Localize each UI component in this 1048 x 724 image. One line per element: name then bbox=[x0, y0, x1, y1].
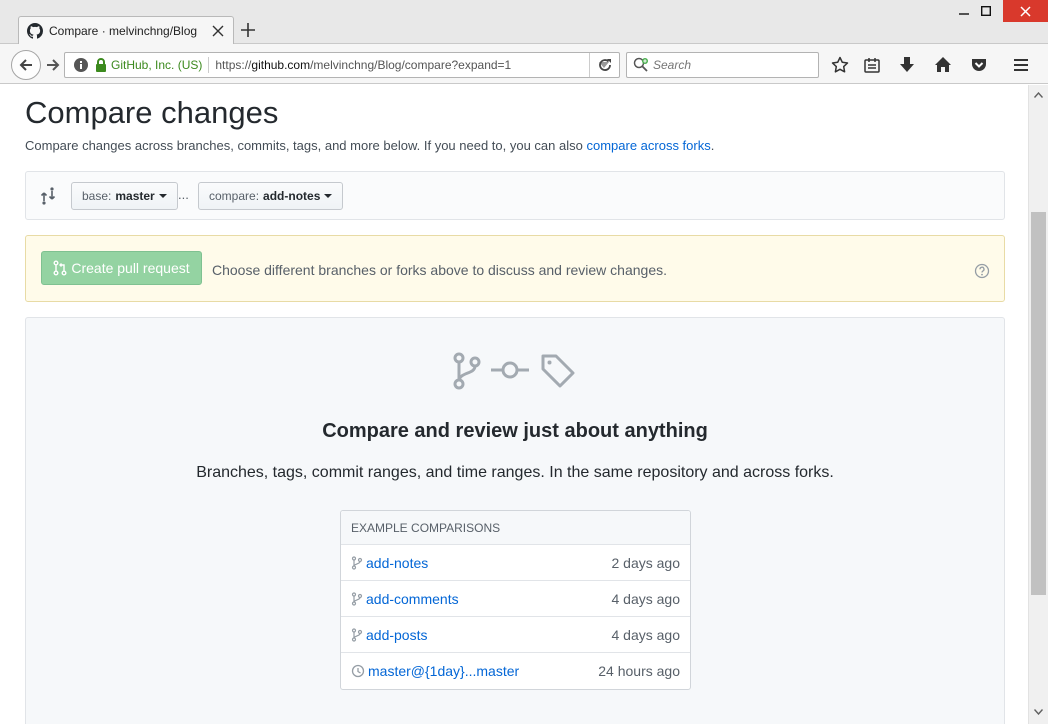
create-pull-request-label: Create pull request bbox=[71, 260, 190, 276]
list-item[interactable]: add-comments 4 days ago bbox=[341, 581, 690, 617]
home-icon[interactable] bbox=[933, 55, 953, 75]
git-branch-icon bbox=[453, 352, 481, 390]
new-tab-icon[interactable] bbox=[240, 22, 256, 38]
url-text[interactable]: https://github.com/melvinchng/Blog/compa… bbox=[215, 58, 597, 72]
lock-icon bbox=[96, 58, 106, 72]
browser-tab[interactable]: Compare · melvinchng/Blog bbox=[18, 16, 234, 45]
git-commit-icon bbox=[491, 361, 529, 379]
reading-list-icon[interactable] bbox=[862, 55, 882, 75]
page-subtitle-end: . bbox=[710, 138, 715, 153]
search-bar[interactable] bbox=[626, 52, 819, 78]
close-tab-icon[interactable] bbox=[211, 24, 225, 38]
back-button[interactable] bbox=[11, 50, 41, 80]
maximize-icon[interactable] bbox=[968, 0, 1004, 22]
info-icon[interactable] bbox=[73, 57, 89, 73]
blankslate-title: Compare and review just about anything bbox=[322, 420, 708, 442]
pocket-icon[interactable] bbox=[969, 55, 989, 75]
caret-down-icon bbox=[158, 194, 167, 198]
url-divider bbox=[208, 57, 210, 73]
list-item[interactable]: add-posts 4 days ago bbox=[341, 617, 690, 653]
base-branch-value: master bbox=[115, 189, 155, 203]
range-separator: ... bbox=[178, 187, 189, 202]
list-item[interactable]: master@{1day}...master 24 hours ago bbox=[341, 653, 690, 689]
menu-icon[interactable] bbox=[1011, 55, 1031, 75]
tab-title: Compare · melvinchng/Blog bbox=[49, 24, 198, 38]
arrow-left-icon bbox=[19, 59, 32, 71]
reload-button[interactable] bbox=[589, 53, 619, 77]
reload-icon bbox=[598, 59, 611, 71]
create-pull-request-button[interactable]: Create pull request bbox=[41, 251, 202, 285]
arrow-right-icon bbox=[47, 59, 60, 71]
comparison-time: 4 days ago bbox=[611, 590, 681, 607]
url-bar[interactable]: GitHub, Inc. (US) https://github.com/mel… bbox=[64, 52, 620, 78]
blankslate-text: Branches, tags, commit ranges, and time … bbox=[196, 464, 834, 481]
page-content: Compare changes Compare changes across b… bbox=[0, 85, 1028, 724]
branch-icon bbox=[351, 555, 363, 570]
bookmark-star-icon[interactable] bbox=[830, 55, 850, 75]
comparison-link[interactable]: master@{1day}...master bbox=[368, 663, 598, 679]
search-input[interactable] bbox=[653, 58, 813, 72]
scrollbar-thumb[interactable] bbox=[1031, 212, 1046, 595]
page-scrollbar[interactable] bbox=[1028, 85, 1048, 724]
comparison-time: 2 days ago bbox=[611, 554, 681, 571]
window-close-icon[interactable] bbox=[1003, 0, 1048, 22]
compare-branch-dropdown[interactable]: compare: add-notes bbox=[198, 182, 344, 210]
browser-navbar: GitHub, Inc. (US) https://github.com/mel… bbox=[0, 44, 1048, 84]
git-pull-request-icon bbox=[53, 260, 67, 276]
compare-flash: Create pull request Choose different bra… bbox=[25, 235, 1005, 302]
page-subtitle: Compare changes across branches, commits… bbox=[25, 138, 714, 153]
page-subtitle-text: Compare changes across branches, commits… bbox=[25, 138, 587, 153]
question-icon[interactable] bbox=[974, 263, 990, 279]
github-icon bbox=[27, 23, 43, 39]
comparison-time: 4 days ago bbox=[611, 626, 681, 643]
forward-button[interactable] bbox=[44, 56, 62, 74]
range-editor: base: master ... compare: add-notes bbox=[25, 171, 1005, 220]
download-icon[interactable] bbox=[897, 55, 917, 75]
url-prefix: https:// bbox=[215, 58, 252, 72]
branch-icon bbox=[351, 627, 363, 642]
base-branch-label: base: bbox=[82, 189, 112, 203]
url-host: github.com bbox=[251, 58, 311, 72]
comparison-time: 24 hours ago bbox=[598, 663, 680, 679]
history-icon bbox=[351, 664, 365, 678]
caret-down-icon bbox=[324, 194, 333, 198]
comparison-link[interactable]: add-notes bbox=[366, 555, 612, 571]
scroll-down-icon[interactable] bbox=[1029, 704, 1048, 720]
compare-branch-value: add-notes bbox=[263, 189, 321, 203]
comparison-link[interactable]: add-posts bbox=[366, 627, 612, 643]
list-item[interactable]: add-notes 2 days ago bbox=[341, 545, 690, 581]
compare-across-forks-link[interactable]: compare across forks bbox=[586, 138, 710, 153]
flash-message: Choose different branches or forks above… bbox=[212, 262, 667, 278]
page-title: Compare changes bbox=[25, 95, 279, 130]
site-identity-label: GitHub, Inc. (US) bbox=[111, 58, 203, 72]
window-titlebar: Compare · melvinchng/Blog bbox=[0, 0, 1048, 45]
blankslate-icons bbox=[453, 352, 579, 392]
compare-blankslate: Compare and review just about anything B… bbox=[25, 317, 1005, 724]
branch-icon bbox=[351, 591, 363, 606]
tag-icon bbox=[541, 354, 575, 388]
comparison-link[interactable]: add-comments bbox=[366, 591, 612, 607]
compare-branch-label: compare: bbox=[209, 189, 260, 203]
git-compare-icon bbox=[40, 187, 58, 205]
example-comparisons-header: EXAMPLE COMPARISONS bbox=[341, 511, 690, 545]
base-branch-dropdown[interactable]: base: master bbox=[71, 182, 178, 210]
scroll-up-icon[interactable] bbox=[1029, 87, 1048, 103]
example-comparisons: EXAMPLE COMPARISONS add-notes 2 days ago… bbox=[340, 510, 691, 690]
url-path: /melvinchng/Blog/compare?expand=1 bbox=[310, 58, 512, 72]
search-icon bbox=[633, 57, 648, 72]
